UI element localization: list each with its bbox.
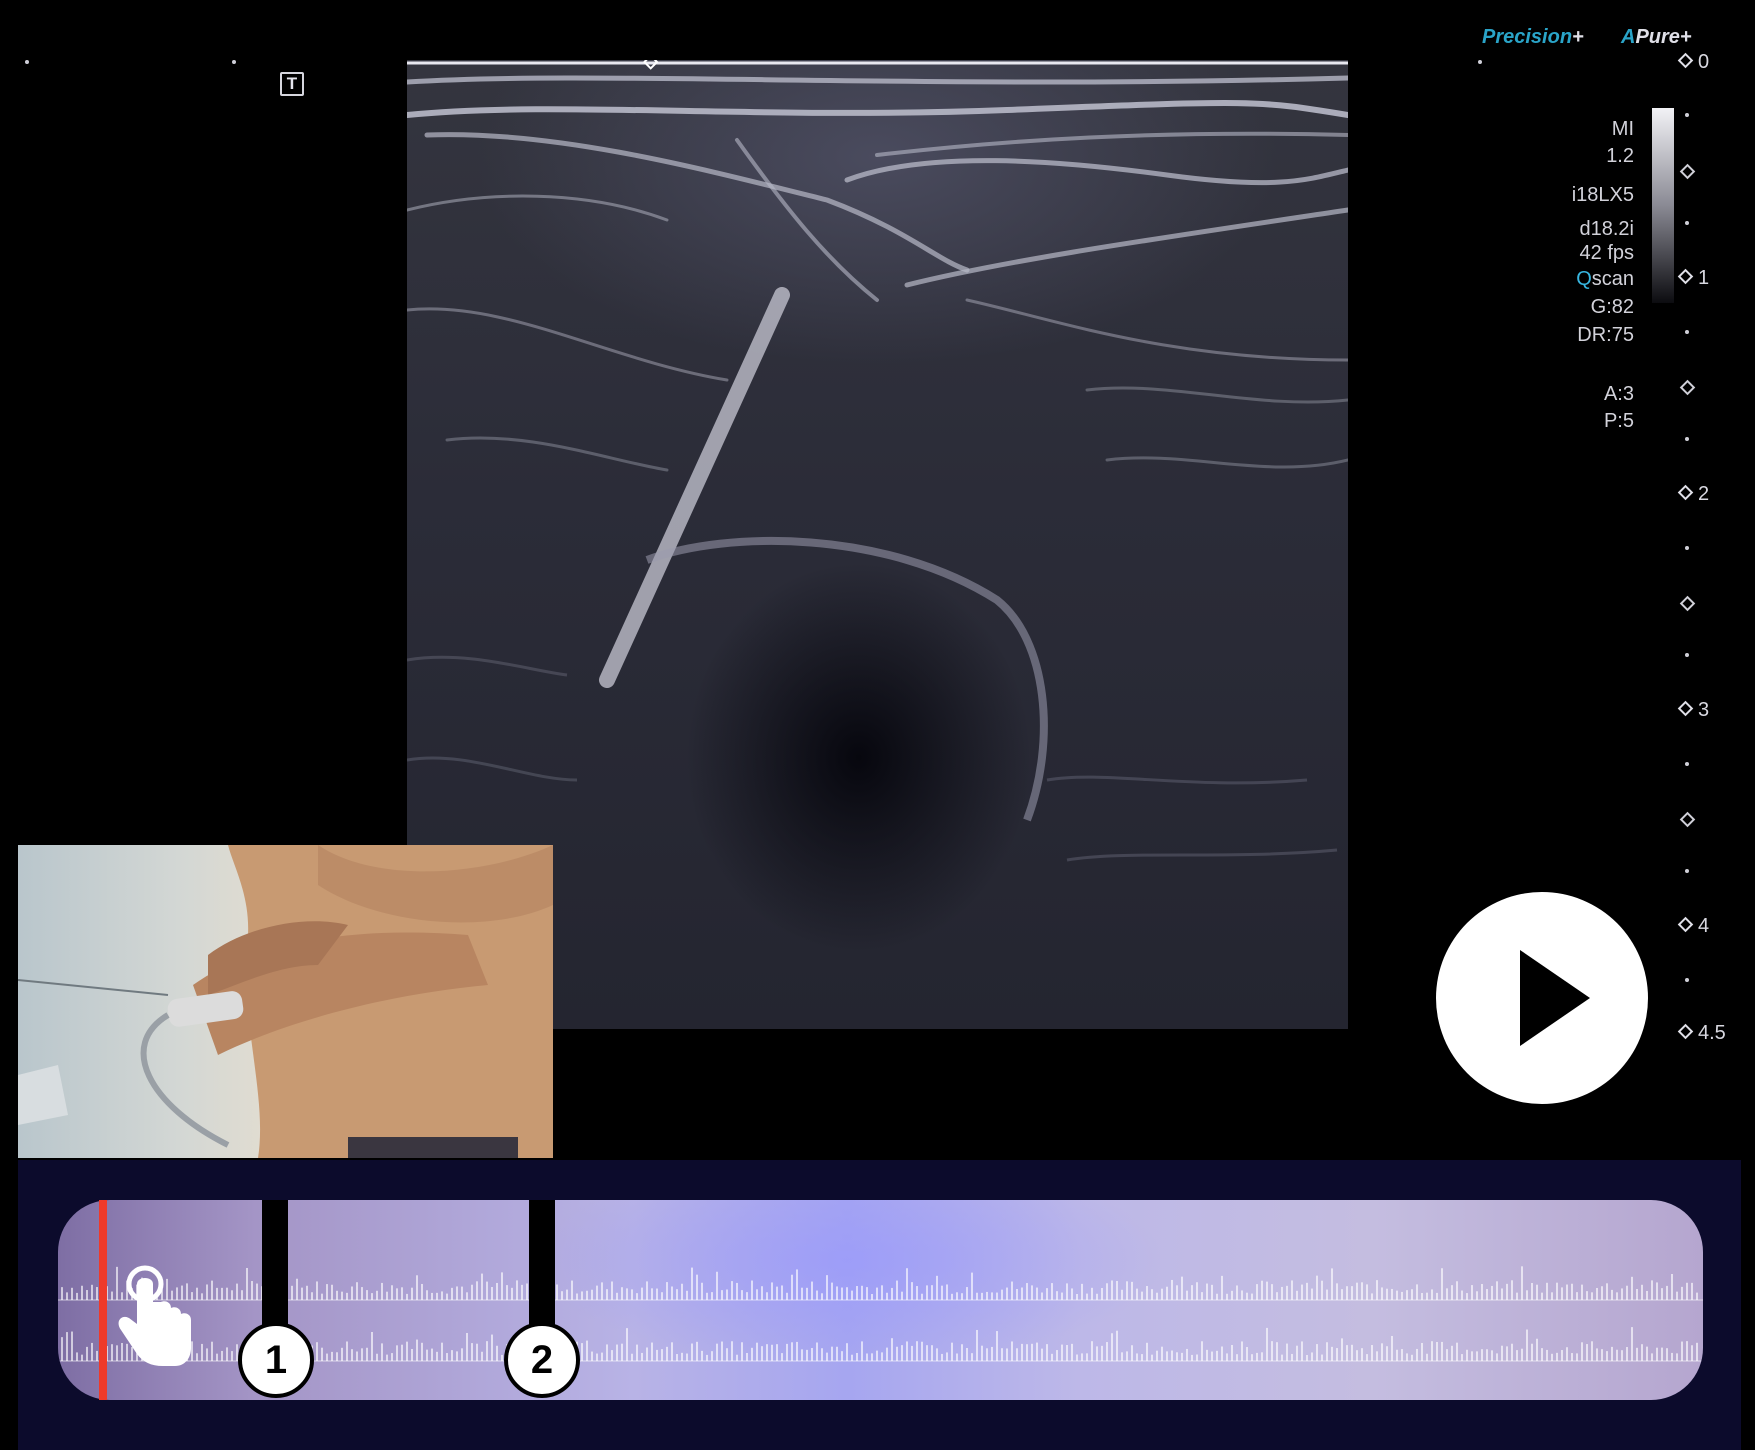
- qscan-label: Qscan: [1576, 268, 1634, 290]
- depth-tick: [1685, 653, 1689, 657]
- depth-tick: [1685, 978, 1689, 982]
- camera-inset-image: [18, 845, 553, 1158]
- playhead[interactable]: [99, 1200, 107, 1400]
- depth-tick: [1679, 595, 1696, 612]
- mi-label: MI: [1611, 118, 1634, 140]
- marker-2-line: [529, 1200, 555, 1327]
- depth-diamond-icon: [1677, 916, 1694, 933]
- mi-value: 1.2: [1606, 145, 1634, 167]
- depth-label-1: 1: [1677, 268, 1709, 288]
- depth-tick: [1679, 163, 1696, 180]
- dynamic-range-readout: DR:75: [1577, 324, 1634, 346]
- top-scale-dot: [25, 60, 29, 64]
- depth-tick: [1685, 221, 1689, 225]
- gain-readout: G:82: [1590, 296, 1634, 318]
- p-setting-readout: P:5: [1603, 410, 1634, 432]
- depth-diamond-icon: [1677, 268, 1694, 285]
- depth-tick: [1685, 869, 1689, 873]
- frame-rate: 42 fps: [1579, 242, 1634, 264]
- depth-tick: [1685, 113, 1689, 117]
- depth-code: d18.2i: [1579, 218, 1635, 240]
- probe-name: i18LX5: [1571, 184, 1634, 206]
- gray-map-bar: [1652, 108, 1674, 303]
- depth-label-4: 4: [1677, 916, 1709, 936]
- a-setting-readout: A:3: [1603, 383, 1634, 405]
- depth-tick: [1679, 811, 1696, 828]
- depth-diamond-icon: [1677, 484, 1694, 501]
- depth-tick: [1685, 762, 1689, 766]
- hand-pointer-icon: [115, 1262, 195, 1377]
- apure-plus-logo: APure+: [1621, 26, 1692, 48]
- depth-tick: [1685, 330, 1689, 334]
- depth-tick: [1685, 437, 1689, 441]
- play-button[interactable]: [1436, 892, 1648, 1104]
- depth-label-0: 0: [1677, 52, 1709, 72]
- marker-1[interactable]: 1: [238, 1322, 314, 1398]
- depth-label-3: 3: [1677, 700, 1709, 720]
- depth-diamond-icon: [1677, 1023, 1694, 1040]
- depth-tick: [1679, 379, 1696, 396]
- depth-label-2: 2: [1677, 484, 1709, 504]
- play-icon: [1520, 950, 1590, 1046]
- depth-label-4-5: 4.5: [1677, 1023, 1726, 1043]
- text-marker-icon[interactable]: T: [280, 72, 304, 96]
- marker-1-line: [262, 1200, 288, 1327]
- top-scale-dot: [232, 60, 236, 64]
- marker-2[interactable]: 2: [504, 1322, 580, 1398]
- depth-tick: [1685, 546, 1689, 550]
- top-scale-dot: [1478, 60, 1482, 64]
- depth-diamond-icon: [1677, 700, 1694, 717]
- precision-plus-logo: Precision+: [1482, 26, 1584, 48]
- depth-diamond-icon: [1677, 52, 1694, 69]
